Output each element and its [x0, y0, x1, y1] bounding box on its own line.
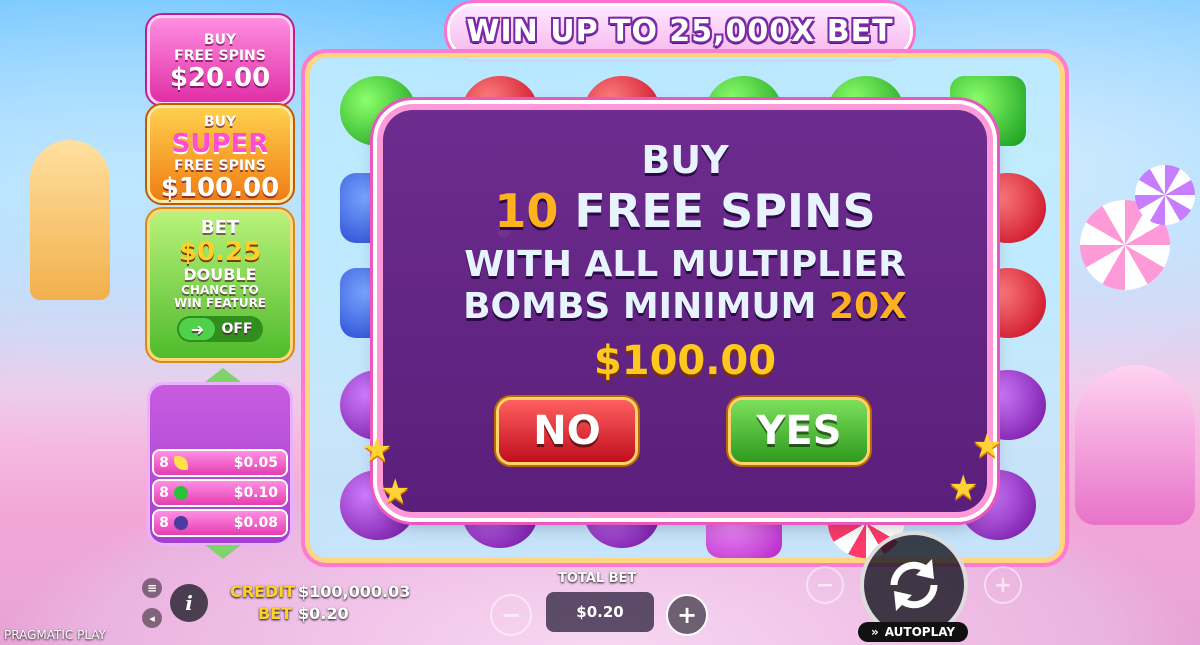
bet-label: BET [200, 217, 240, 238]
cream-swirl-decoration [1075, 365, 1195, 525]
grape-icon [174, 516, 188, 530]
toggle-state: OFF [221, 321, 253, 337]
decrease-spin-speed-button[interactable]: − [806, 566, 844, 604]
credit-label: CREDIT [230, 582, 296, 601]
paytable-up-arrow-icon[interactable] [205, 368, 241, 382]
free-spins-label: FREE SPINS [174, 48, 266, 64]
double-label: DOUBLE [183, 265, 257, 284]
buy-free-spins-price: $20.00 [169, 63, 271, 93]
decrease-bet-button[interactable]: − [490, 594, 532, 636]
autoplay-button[interactable]: » AUTOPLAY [858, 622, 968, 642]
star-icon: ★ [380, 472, 411, 512]
increase-bet-button[interactable]: + [666, 594, 708, 636]
dialog-multiplier-line: WITH ALL MULTIPLIER [464, 244, 906, 285]
buy-super-free-spins-button[interactable]: BUY SUPER FREE SPINS $100.00 [150, 108, 290, 203]
total-bet-label: TOTAL BET [558, 571, 637, 586]
increase-spin-speed-button[interactable]: + [984, 566, 1022, 604]
paytable-panel: 8 $0.05 8 $0.10 8 $0.08 [150, 385, 290, 543]
paytable-down-arrow-icon[interactable] [205, 545, 241, 559]
sound-icon[interactable]: ◂ [142, 608, 162, 628]
banana-icon [174, 456, 188, 470]
double-chance-toggle[interactable]: ➜ OFF [177, 316, 263, 342]
yes-button[interactable]: YES [731, 400, 867, 462]
bet-label: BET [258, 604, 293, 623]
no-button[interactable]: NO [499, 400, 635, 462]
autoplay-label: AUTOPLAY [884, 625, 956, 639]
ice-cream-cone-decoration [30, 140, 110, 300]
green-candy-icon [174, 486, 188, 500]
dialog-bombs-line: BOMBS MINIMUM 20X [383, 286, 987, 327]
provider-logo: PRAGMATIC PLAY [4, 628, 106, 642]
dialog-buy-label: BUY [641, 138, 729, 182]
win-feature-label: WIN FEATURE [173, 296, 267, 310]
game-title-banner: WIN UP TO 25,000X BET [450, 6, 910, 56]
bombs-minimum-text: BOMBS MINIMUM [463, 286, 817, 327]
buy-free-spins-button[interactable]: BUY FREE SPINS $20.00 [150, 18, 290, 102]
star-icon: ★ [972, 426, 1003, 466]
star-icon: ★ [362, 430, 393, 470]
spins-text: FREE SPINS [574, 184, 876, 238]
super-label: SUPER [171, 129, 269, 159]
double-chance-bet-price: $0.25 [178, 237, 262, 267]
symbol-count: 8 [159, 455, 169, 471]
buy-super-price: $100.00 [160, 173, 280, 203]
free-spins-label: FREE SPINS [174, 158, 266, 174]
spin-arrows-icon [890, 559, 938, 611]
arrow-right-icon: ➜ [179, 318, 216, 340]
double-chance-panel: BET $0.25 DOUBLE CHANCE TO WIN FEATURE ➜… [150, 212, 290, 358]
menu-icon[interactable]: ≡ [142, 578, 162, 598]
paytable-row: 8 $0.05 [154, 451, 286, 475]
symbol-count: 8 [159, 485, 169, 501]
paytable-row: 8 $0.08 [154, 511, 286, 535]
paytable-row: 8 $0.10 [154, 481, 286, 505]
lollipop-decoration [1135, 165, 1195, 225]
total-bet-value: $0.20 [546, 592, 654, 632]
bet-value: $0.20 [298, 604, 349, 623]
info-button[interactable]: i [170, 584, 208, 622]
multiplier-value: 20X [829, 286, 907, 327]
star-icon: ★ [948, 468, 979, 508]
credit-value: $100,000.03 [298, 582, 411, 601]
dialog-price: $100.00 [593, 338, 777, 384]
spins-count: 10 [494, 184, 559, 238]
symbol-value: $0.05 [233, 455, 278, 471]
buy-label: BUY [203, 114, 237, 130]
buy-feature-dialog: BUY 10 FREE SPINS WITH ALL MULTIPLIER BO… [383, 110, 987, 512]
autoplay-icon: » [870, 625, 879, 639]
title-text: WIN UP TO 25,000X BET [466, 13, 894, 49]
symbol-value: $0.08 [233, 515, 278, 531]
symbol-count: 8 [159, 515, 169, 531]
dialog-spins-line: 10 FREE SPINS [383, 184, 987, 238]
spin-button[interactable] [864, 535, 964, 635]
symbol-value: $0.10 [233, 485, 278, 501]
buy-label: BUY [203, 32, 237, 48]
